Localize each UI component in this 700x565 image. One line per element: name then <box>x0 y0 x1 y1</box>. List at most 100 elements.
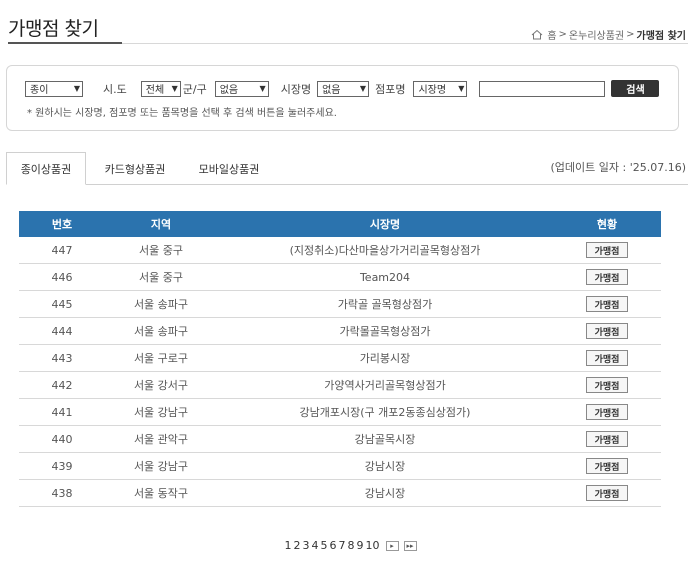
row-market-name: 가락골 골목형상점가 <box>337 298 433 311</box>
store-status-button[interactable]: 가맹점 <box>586 485 628 501</box>
page-link-4[interactable]: 4 <box>312 539 319 552</box>
update-date: (업데이트 일자 : '25.07.16) <box>550 161 686 174</box>
page-link-5[interactable]: 5 <box>321 539 328 552</box>
row-number: 446 <box>51 270 73 284</box>
store-label: 점포명 <box>375 82 406 96</box>
table-row: 447 서울 중구 (지정취소)다산마을상가거리골목형상점가 가맹점 <box>19 237 661 264</box>
breadcrumb-section[interactable]: 온누리상품권 <box>569 27 624 42</box>
store-status-button[interactable]: 가맹점 <box>586 350 628 366</box>
market-select[interactable]: 없음 ▼ <box>317 80 370 97</box>
page-link-1[interactable]: 1 <box>285 539 292 552</box>
row-status-cell: 가맹점 <box>553 372 661 398</box>
row-market-name: (지정취소)다산마을상가거리골목형상점가 <box>289 244 481 257</box>
gungu-label: 군/구 <box>182 82 207 96</box>
search-input[interactable] <box>479 80 606 97</box>
page-link-7[interactable]: 7 <box>339 539 346 552</box>
row-status-cell: 가맹점 <box>553 291 661 317</box>
page-link-8[interactable]: 8 <box>348 539 355 552</box>
page-header: 가맹점 찾기 홈 > 온누리상품권 > 가맹점 찾기 <box>0 0 700 45</box>
row-status-cell: 가맹점 <box>553 345 661 371</box>
row-status-cell: 가맹점 <box>553 399 661 425</box>
row-region: 서울 강남구 <box>133 460 189 473</box>
row-market-name: 강남골목시장 <box>354 433 416 446</box>
store-status-button[interactable]: 가맹점 <box>586 431 628 447</box>
market-select-value: 없음 <box>322 85 341 96</box>
table-header: 번호 지역 시장명 현황 <box>19 211 661 237</box>
row-status-cell: 가맹점 <box>553 264 661 290</box>
row-number: 439 <box>51 459 73 473</box>
column-header-number: 번호 <box>51 218 73 231</box>
home-icon[interactable] <box>531 29 543 40</box>
column-header-status: 현황 <box>596 218 618 231</box>
store-status-button[interactable]: 가맹점 <box>586 404 628 420</box>
type-select[interactable]: 종이 ▼ <box>25 80 83 97</box>
row-market-name: 가리봉시장 <box>359 352 411 365</box>
row-region: 서울 송파구 <box>133 325 189 338</box>
tab-card-voucher[interactable]: 카드형상품권 <box>86 152 184 185</box>
row-number: 441 <box>51 405 73 419</box>
row-region: 서울 강서구 <box>133 379 189 392</box>
chevron-down-icon: ▼ <box>359 84 367 93</box>
store-select-value: 시장명 <box>418 85 447 96</box>
table-row: 446 서울 중구 Team204 가맹점 <box>19 264 661 291</box>
page-link-3[interactable]: 3 <box>303 539 310 552</box>
table-row: 441 서울 강남구 강남개포시장(구 개포2동종심상점가) 가맹점 <box>19 399 661 426</box>
sido-select[interactable]: 전체 ▼ <box>140 80 181 97</box>
table-row: 439 서울 강남구 강남시장 가맹점 <box>19 453 661 480</box>
page-link-9[interactable]: 9 <box>357 539 364 552</box>
gungu-select-value: 없음 <box>219 85 239 96</box>
row-number: 438 <box>51 486 73 500</box>
row-number: 444 <box>51 324 73 338</box>
table-row: 440 서울 관악구 강남골목시장 가맹점 <box>19 426 661 453</box>
row-market-name: 가락몰골목형상점가 <box>339 325 431 338</box>
row-number: 445 <box>51 297 73 311</box>
table-row: 444 서울 송파구 가락몰골목형상점가 가맹점 <box>19 318 661 345</box>
store-status-button[interactable]: 가맹점 <box>586 269 628 285</box>
search-hint: * 원하시는 시장명, 점포명 또는 품목명을 선택 후 검색 버튼을 눌러주세… <box>27 108 337 119</box>
tab-paper-voucher[interactable]: 종이상품권 <box>6 152 86 185</box>
search-button[interactable]: 검색 <box>611 80 660 97</box>
gungu-select[interactable]: 없음 ▼ <box>214 80 269 97</box>
row-market-name: Team204 <box>359 270 411 284</box>
row-region: 서울 동작구 <box>133 487 189 500</box>
breadcrumb: 홈 > 온누리상품권 > 가맹점 찾기 <box>531 27 686 42</box>
row-status-cell: 가맹점 <box>553 480 661 506</box>
store-select[interactable]: 시장명 ▼ <box>413 80 468 97</box>
tab-mobile-voucher[interactable]: 모바일상품권 <box>184 152 274 185</box>
chevron-down-icon: ▼ <box>171 84 178 93</box>
row-market-name: 강남시장 <box>364 487 406 500</box>
table-row: 445 서울 송파구 가락골 골목형상점가 가맹점 <box>19 291 661 318</box>
store-status-button[interactable]: 가맹점 <box>586 458 628 474</box>
row-market-name: 가양역사거리골목형상점가 <box>324 379 446 392</box>
table-row: 443 서울 구로구 가리봉시장 가맹점 <box>19 345 661 372</box>
table-body: 447 서울 중구 (지정취소)다산마을상가거리골목형상점가 가맹점 446 서울 중구 T… <box>19 237 661 507</box>
breadcrumb-home[interactable]: 홈 <box>547 27 556 42</box>
store-status-button[interactable]: 가맹점 <box>586 377 628 393</box>
search-panel: 종이 ▼ 시.도 전체 ▼ 군/구 없음 ▼ 시장명 없음 ▼ 점포명 시장명 ▼ 검색 … <box>6 65 679 131</box>
row-number: 442 <box>51 378 73 392</box>
row-region: 서울 강남구 <box>133 406 189 419</box>
row-region: 서울 중구 <box>139 271 183 284</box>
page-numbers: 1 2 3 4 5 6 7 8 9 10 <box>284 539 381 552</box>
row-region: 서울 송파구 <box>133 298 189 311</box>
store-status-button[interactable]: 가맹점 <box>586 296 628 312</box>
row-status-cell: 가맹점 <box>553 237 661 263</box>
chevron-down-icon: ▼ <box>458 84 465 93</box>
row-number: 447 <box>51 243 73 257</box>
header-divider <box>122 43 688 44</box>
last-page-button[interactable]: ▸▸ <box>403 540 417 551</box>
page-link-6[interactable]: 6 <box>330 539 337 552</box>
store-status-button[interactable]: 가맹점 <box>586 323 628 339</box>
store-status-button[interactable]: 가맹점 <box>586 242 628 258</box>
breadcrumb-current: 가맹점 찾기 <box>636 31 686 42</box>
table-row: 442 서울 강서구 가양역사거리골목형상점가 가맹점 <box>19 372 661 399</box>
title-underline <box>8 42 122 44</box>
page-link-2[interactable]: 2 <box>294 539 301 552</box>
row-market-name: 강남개포시장(구 개포2동종심상점가) <box>299 406 471 419</box>
search-row: 종이 ▼ 시.도 전체 ▼ 군/구 없음 ▼ 시장명 없음 ▼ 점포명 시장명 ▼ 검색 <box>25 80 660 97</box>
next-page-button[interactable]: ▸ <box>385 540 399 551</box>
page-link-10[interactable]: 10 <box>366 539 380 552</box>
row-region: 서울 중구 <box>139 244 183 257</box>
breadcrumb-sep: > <box>558 29 567 40</box>
store-table: 번호 지역 시장명 현황 447 서울 중구 (지정취소)다산마을상가거리골목형상점… <box>19 211 661 507</box>
